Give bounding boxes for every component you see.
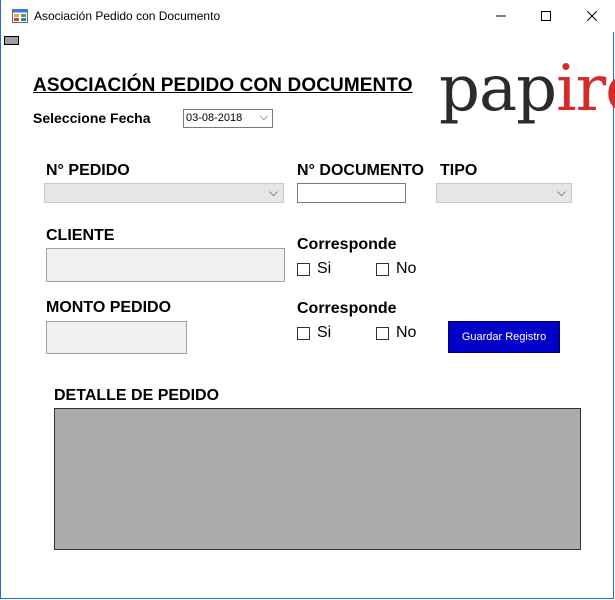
close-icon bbox=[587, 11, 597, 21]
app-window: Asociación Pedido con Documento ASOCIACI… bbox=[0, 0, 615, 599]
date-value: 03-08-2018 bbox=[186, 112, 243, 124]
cliente-field[interactable] bbox=[46, 248, 285, 282]
tipo-label: TIPO bbox=[440, 162, 478, 179]
cliente-no-checkbox[interactable]: No bbox=[376, 260, 416, 278]
documento-label: N° DOCUMENTO bbox=[297, 162, 424, 179]
close-button[interactable] bbox=[569, 0, 615, 32]
minimize-button[interactable] bbox=[478, 0, 524, 32]
date-label: Seleccione Fecha bbox=[33, 110, 151, 126]
page-title: ASOCIACIÓN PEDIDO CON DOCUMENTO bbox=[33, 75, 413, 96]
detalle-label: DETALLE DE PEDIDO bbox=[54, 387, 220, 404]
checkbox-icon bbox=[376, 326, 389, 340]
title-bar: Asociación Pedido con Documento bbox=[1, 0, 615, 32]
pedido-combobox[interactable]: ⌵ bbox=[44, 183, 284, 203]
checkbox-icon bbox=[376, 262, 389, 276]
monto-label: MONTO PEDIDO bbox=[46, 299, 172, 316]
monto-si-checkbox[interactable]: Si bbox=[297, 324, 331, 342]
maximize-icon bbox=[541, 11, 551, 21]
papiro-logo: papiro bbox=[439, 52, 615, 126]
pedido-label: N° PEDIDO bbox=[46, 162, 130, 179]
app-form-icon bbox=[12, 9, 28, 23]
cliente-si-checkbox[interactable]: Si bbox=[297, 260, 331, 278]
corresponde-monto-label: Corresponde bbox=[297, 300, 397, 317]
cliente-label: CLIENTE bbox=[46, 227, 115, 244]
maximize-button[interactable] bbox=[523, 0, 569, 32]
date-picker[interactable]: 03-08-2018 ⌵ bbox=[183, 109, 273, 128]
tipo-combobox[interactable]: ⌵ bbox=[436, 183, 572, 203]
monto-field[interactable] bbox=[46, 321, 187, 354]
chevron-down-icon: ⌵ bbox=[259, 111, 268, 123]
minimize-icon bbox=[496, 15, 506, 17]
checkbox-icon bbox=[297, 326, 310, 340]
window-title: Asociación Pedido con Documento bbox=[34, 9, 221, 23]
detalle-grid[interactable] bbox=[54, 408, 581, 550]
chevron-down-icon: ⌵ bbox=[556, 185, 566, 199]
checkbox-icon bbox=[297, 262, 310, 276]
monto-no-checkbox[interactable]: No bbox=[376, 324, 416, 342]
menu-strip-grip[interactable] bbox=[4, 36, 19, 45]
guardar-registro-button[interactable]: Guardar Registro bbox=[448, 321, 560, 353]
documento-input[interactable] bbox=[297, 183, 406, 203]
chevron-down-icon: ⌵ bbox=[268, 185, 278, 199]
corresponde-cliente-label: Corresponde bbox=[297, 236, 397, 253]
